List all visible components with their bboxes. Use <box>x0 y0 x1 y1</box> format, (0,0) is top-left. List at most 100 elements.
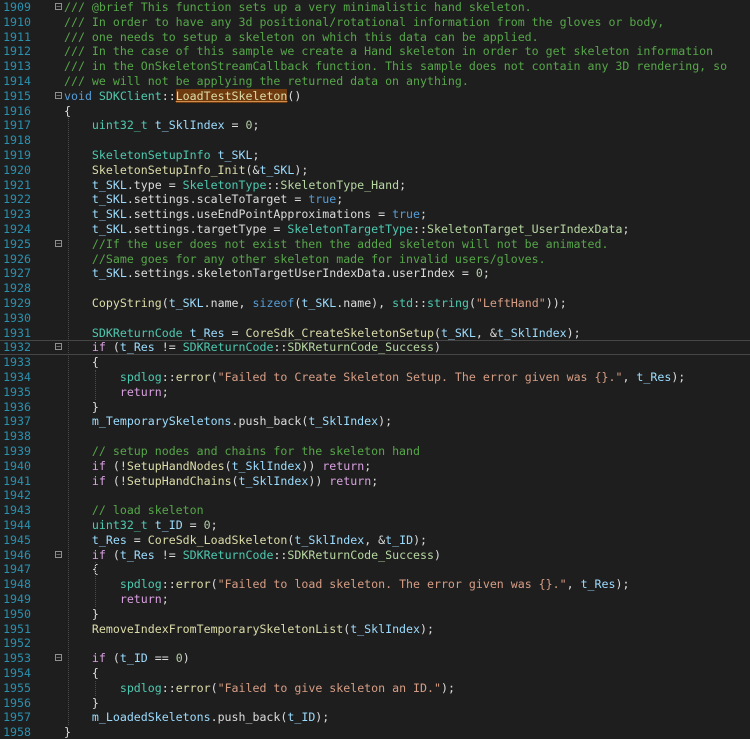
code-token: ; <box>252 148 260 162</box>
collapse-icon[interactable]: − <box>55 91 62 99</box>
code-token: SDKReturnCode_Success <box>287 547 434 562</box>
code-token: t_Res <box>189 325 225 340</box>
code-line[interactable]: 1910 /// In order to have any 3d position… <box>0 15 750 30</box>
code-token: CopyString <box>91 296 162 310</box>
code-token: } <box>64 725 71 739</box>
collapse-icon[interactable]: − <box>55 239 62 247</box>
code-line[interactable]: 1931 SDKReturnCode t_Res = CoreSdk_Creat… <box>0 326 750 341</box>
code-line[interactable]: 1957 m_LoadedSkeletons.push_back(t_ID); <box>0 710 750 725</box>
collapse-icon[interactable]: − <box>55 3 62 11</box>
code-line[interactable]: 1942 <box>0 488 750 503</box>
code-line[interactable]: 1913 /// in the OnSkeletonStreamCallback … <box>0 59 750 74</box>
code-line[interactable]: 1952 <box>0 636 750 651</box>
code-token: , <box>622 370 637 384</box>
code-token: .settings.skeletonTargetUserIndexData.us… <box>126 266 476 281</box>
line-number: 1916 <box>3 103 31 118</box>
code-line[interactable]: 1923 t_SKL.settings.useEndPointApproxima… <box>0 207 750 222</box>
code-text: { <box>64 104 71 119</box>
collapse-icon[interactable]: − <box>55 343 62 351</box>
code-line[interactable]: 1948 spdlog::error("Failed to load skele… <box>0 577 750 592</box>
code-line[interactable]: 1914 /// we will not be applying the retu… <box>0 74 750 89</box>
code-token: ); <box>566 325 581 340</box>
code-line[interactable]: 1917 uint32_t t_SklIndex = 0; <box>0 118 750 133</box>
code-token: LoadTestSkeleton <box>175 88 288 103</box>
code-token: :: <box>413 222 427 236</box>
code-text: /// one needs to setup a skeleton on whi… <box>64 30 539 45</box>
code-token: t_ID <box>119 651 148 666</box>
code-line[interactable]: 1946 − if (t_Res != SDKReturnCode::SDKRet… <box>0 548 750 563</box>
code-line[interactable]: 1925 − //If the user does not exist then … <box>0 237 750 252</box>
code-line[interactable]: 1928 <box>0 281 750 296</box>
code-line[interactable]: 1921 t_SKL.type = SkeletonType::Skeleton… <box>0 178 750 193</box>
code-line[interactable]: 1950 } <box>0 607 750 622</box>
code-token: t_SKL <box>91 207 127 222</box>
line-number: 1942 <box>3 488 31 503</box>
line-number: 1952 <box>3 636 31 651</box>
code-token: ( <box>224 458 232 473</box>
code-line[interactable]: 1930 <box>0 311 750 326</box>
line-number: 1919 <box>3 148 31 162</box>
code-token: uint32_t <box>91 118 148 133</box>
code-token: ; <box>622 222 630 236</box>
code-line[interactable]: 1939 // setup nodes and chains for the s… <box>0 444 750 459</box>
code-line[interactable]: 1954 { <box>0 666 750 681</box>
code-editor[interactable]: 1909−/// @brief This function sets up a … <box>0 0 750 739</box>
code-line[interactable]: 1944 uint32_t t_ID = 0; <box>0 518 750 533</box>
code-token: != <box>154 547 183 562</box>
code-line[interactable]: 1958} <box>0 725 750 739</box>
code-token: spdlog <box>119 577 162 592</box>
code-line[interactable]: 1912 /// In the case of this sample we cr… <box>0 44 750 59</box>
code-line[interactable]: 1941 if (!SetupHandChains(t_SklIndex)) r… <box>0 474 750 489</box>
code-line[interactable]: 1934 spdlog::error("Failed to Create Ske… <box>0 370 750 385</box>
code-line[interactable]: 1951 RemoveIndexFromTemporarySkeletonLis… <box>0 622 750 637</box>
code-token: SkeletonType <box>182 177 267 192</box>
code-token: "Failed to load skeleton. The error give… <box>217 577 567 592</box>
code-line[interactable]: 1938 <box>0 429 750 444</box>
code-token: t_Res <box>119 547 155 562</box>
collapse-icon[interactable]: − <box>55 654 62 662</box>
code-line[interactable]: 1911 /// one needs to setup a skeleton on… <box>0 30 750 45</box>
code-line[interactable]: 1918 <box>0 133 750 148</box>
code-line[interactable]: 1929 CopyString(t_SKL.name, sizeof(t_SKL… <box>0 296 750 311</box>
code-text: t_SKL.settings.targetType = SkeletonTarg… <box>64 222 630 237</box>
code-token: ( <box>105 547 120 562</box>
code-line[interactable]: 1936 } <box>0 400 750 415</box>
code-line[interactable]: 1947 { <box>0 562 750 577</box>
code-token: .type = <box>126 177 183 192</box>
code-line[interactable]: 1953 − if (t_ID == 0) <box>0 651 750 666</box>
code-line[interactable]: 1943 // load skeleton <box>0 503 750 518</box>
code-line[interactable]: 1927 t_SKL.settings.skeletonTargetUserIn… <box>0 266 750 281</box>
line-number: 1946 <box>3 547 31 562</box>
code-line[interactable]: 1935 return; <box>0 385 750 400</box>
code-line[interactable]: 1940 if (!SetupHandNodes(t_SklIndex)) re… <box>0 459 750 474</box>
code-line[interactable]: 1916 { <box>0 104 750 119</box>
code-line[interactable]: 1915 − void SDKClient::LoadTestSkeleton() <box>0 88 750 104</box>
code-line[interactable]: 1920 SkeletonSetupInfo_Init(&t_SKL); <box>0 163 750 178</box>
collapse-icon[interactable]: − <box>55 550 62 558</box>
code-line[interactable]: 1924 t_SKL.settings.targetType = Skeleto… <box>0 222 750 237</box>
code-line[interactable]: 1919 SkeletonSetupInfo t_SKL; <box>0 148 750 163</box>
code-line[interactable]: 1932 − if (t_Res != SDKReturnCode::SDKRet… <box>0 340 750 355</box>
code-token: true <box>392 207 420 222</box>
code-line[interactable]: 1933 { <box>0 355 750 370</box>
code-text: //If the user does not exist then the ad… <box>64 237 609 252</box>
code-line[interactable]: 1922 t_SKL.settings.scaleToTarget = true… <box>0 192 750 207</box>
line-number: 1921 <box>3 177 31 192</box>
code-token: return <box>322 458 365 473</box>
code-line[interactable]: 1945 t_Res = CoreSdk_LoadSkeleton(t_SklI… <box>0 533 750 548</box>
code-token: SkeletonType_Hand <box>280 177 400 192</box>
code-line[interactable]: 1937 m_TemporarySkeletons.push_back(t_Sk… <box>0 414 750 429</box>
line-number: 1918 <box>3 133 31 148</box>
code-line[interactable]: 1955 spdlog::error("Failed to give skele… <box>0 681 750 696</box>
code-line[interactable]: 1926 //Same goes for any other skeleton … <box>0 252 750 267</box>
code-text: // load skeleton <box>64 503 204 518</box>
code-line[interactable]: 1909 −/// @brief This function sets up a … <box>0 0 750 15</box>
code-token: std <box>392 296 414 310</box>
code-token: return <box>329 473 372 488</box>
code-token: SDKClient <box>98 88 162 103</box>
code-text: return; <box>64 592 169 607</box>
code-line[interactable]: 1956 } <box>0 696 750 711</box>
code-line[interactable]: 1949 return; <box>0 592 750 607</box>
